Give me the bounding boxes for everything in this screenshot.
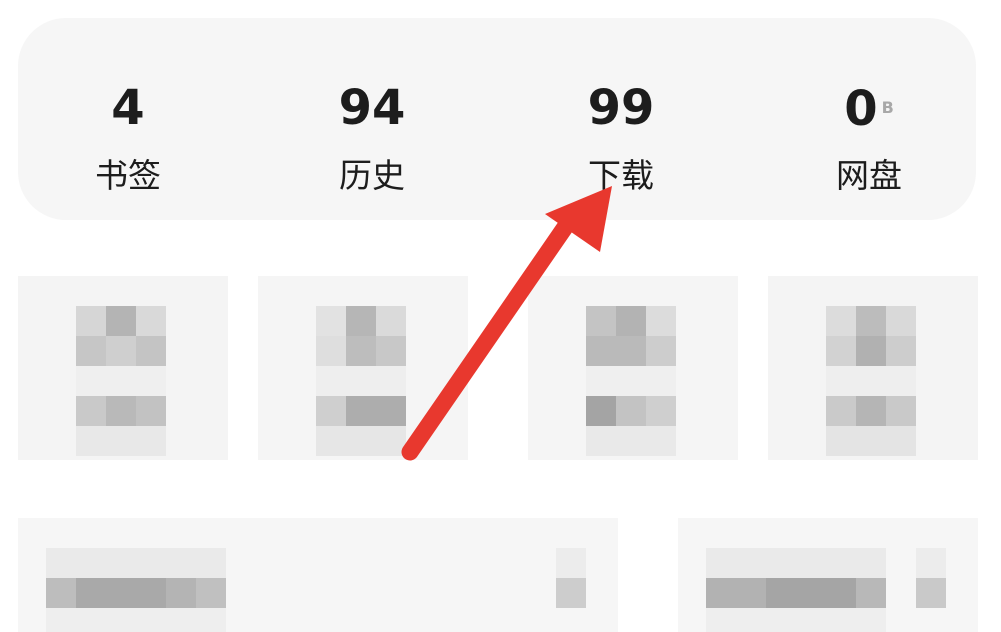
red-arrow-icon bbox=[401, 186, 612, 461]
